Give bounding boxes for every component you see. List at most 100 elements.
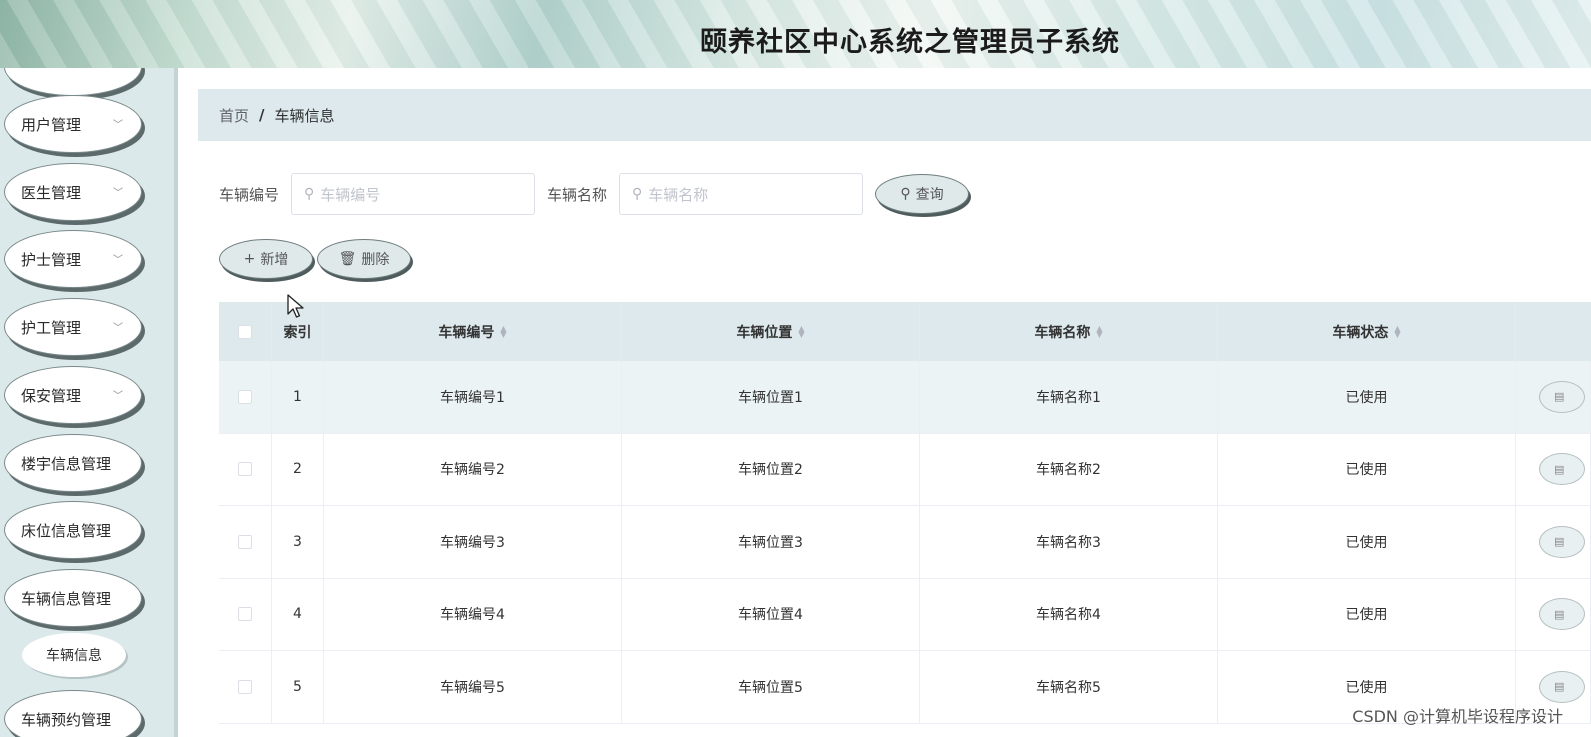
action-toolbar: + 新增 🗑 删除 <box>219 239 411 279</box>
document-icon: ▤ <box>1554 607 1565 621</box>
row-checkbox[interactable] <box>238 462 252 477</box>
row-checkbox[interactable] <box>238 679 252 694</box>
document-icon: ▤ <box>1554 390 1565 404</box>
sort-icon[interactable]: ▲ ▼ <box>798 324 804 338</box>
breadcrumb-separator: / <box>259 106 265 124</box>
row-vehicle-name: 车辆名称1 <box>920 361 1218 433</box>
query-button[interactable]: ⚲ 查询 <box>875 174 970 214</box>
row-vehicle-location: 车辆位置3 <box>622 506 920 578</box>
breadcrumb-current: 车辆信息 <box>274 106 335 125</box>
table-row[interactable]: 2 车辆编号2 车辆位置2 车辆名称2 已使用 ▤ <box>219 433 1591 506</box>
column-header-status[interactable]: 车辆状态 ▲ ▼ <box>1218 302 1516 361</box>
row-vehicle-location: 车辆位置2 <box>622 433 920 505</box>
column-header-code[interactable]: 车辆编号 ▲ ▼ <box>324 302 622 361</box>
vehicle-table: 索引 车辆编号 ▲▼ 车辆位置 ▲▼ 车辆名称 ▲▼ 车辆状态 ▲▼ 1 <box>219 302 1591 724</box>
sort-icon[interactable]: ▲ ▼ <box>1096 324 1102 338</box>
top-header: 颐养社区中心系统之管理员子系统 <box>0 0 1591 68</box>
row-vehicle-name: 车辆名称4 <box>920 578 1218 650</box>
select-all-checkbox[interactable] <box>238 324 252 339</box>
row-checkbox[interactable] <box>238 607 252 622</box>
sidebar-item-label: 用户管理 <box>21 115 82 134</box>
sort-icon[interactable]: ▲ ▼ <box>1394 324 1400 338</box>
row-checkbox[interactable] <box>238 534 252 549</box>
system-title: 颐养社区中心系统之管理员子系统 <box>700 27 1120 58</box>
chevron-down-icon: ﹀ <box>113 120 123 131</box>
search-icon: ⚲ <box>632 186 643 202</box>
vehicle-code-input[interactable]: ⚲ 车辆编号 <box>291 173 536 215</box>
main-content: 首页 / 车辆信息 车辆编号 ⚲ 车辆编号 车辆名称 ⚲ 车辆名称 ⚲ 查询 +… <box>182 68 1591 737</box>
row-index: 1 <box>272 361 324 433</box>
detail-button[interactable]: ▤ <box>1539 525 1585 558</box>
vehicle-name-placeholder: 车辆名称 <box>648 185 709 204</box>
chevron-down-icon: ﹀ <box>113 391 123 402</box>
breadcrumb: 首页 / 车辆信息 <box>198 89 1591 141</box>
row-vehicle-code: 车辆编号4 <box>324 578 622 650</box>
detail-button[interactable]: ▤ <box>1539 453 1585 486</box>
sidebar-item-beds[interactable]: 床位信息管理 <box>4 501 142 559</box>
row-select-cell <box>219 651 272 723</box>
row-vehicle-status: 已使用 <box>1218 433 1516 505</box>
sort-icon[interactable]: ▲ ▼ <box>500 324 506 338</box>
sidebar-item-nurses[interactable]: 护士管理 ﹀ <box>4 230 142 288</box>
row-operations: ▤ <box>1516 578 1591 650</box>
detail-button[interactable]: ▤ <box>1539 598 1585 631</box>
row-vehicle-location: 车辆位置4 <box>622 578 920 650</box>
row-vehicle-location: 车辆位置5 <box>622 651 920 723</box>
column-header-name[interactable]: 车辆名称 ▲ ▼ <box>920 302 1218 361</box>
row-index: 3 <box>272 506 324 578</box>
column-header-location[interactable]: 车辆位置 ▲ ▼ <box>622 302 920 361</box>
sidebar-menu: 用户管理 ﹀ 医生管理 ﹀ 护士管理 ﹀ 护工管理 ﹀ 保安管理 ﹀ 楼宇信息管… <box>0 68 178 737</box>
row-vehicle-name: 车辆名称2 <box>920 433 1218 505</box>
vehicle-code-label: 车辆编号 <box>219 185 280 204</box>
chevron-down-icon: ﹀ <box>113 188 123 199</box>
search-icon: ⚲ <box>304 186 315 202</box>
sidebar-item-doctors[interactable]: 医生管理 ﹀ <box>4 163 142 221</box>
sidebar-item-label: 保安管理 <box>21 386 82 405</box>
sidebar-item-vehicles[interactable]: 车辆信息管理 <box>4 569 142 627</box>
row-vehicle-code: 车辆编号3 <box>324 506 622 578</box>
breadcrumb-home[interactable]: 首页 <box>219 105 249 126</box>
search-form: 车辆编号 ⚲ 车辆编号 车辆名称 ⚲ 车辆名称 ⚲ 查询 <box>219 173 970 215</box>
delete-button[interactable]: 🗑 删除 <box>317 239 411 279</box>
chevron-down-icon: ﹀ <box>113 323 123 334</box>
sidebar-item-label: 床位信息管理 <box>21 521 112 540</box>
row-operations: ▤ <box>1516 361 1591 433</box>
column-header-operations <box>1516 302 1591 361</box>
sidebar-item-caregivers[interactable]: 护工管理 ﹀ <box>4 298 142 356</box>
sidebar-item-vehicle-booking[interactable]: 车辆预约管理 <box>4 690 142 737</box>
row-index: 4 <box>272 578 324 650</box>
sidebar-item-users[interactable]: 用户管理 ﹀ <box>4 95 142 153</box>
sidebar-subitem-label: 车辆信息 <box>46 648 102 664</box>
mouse-cursor-icon <box>287 294 304 318</box>
row-operations: ▤ <box>1516 433 1591 505</box>
table-row[interactable]: 4 车辆编号4 车辆位置4 车辆名称4 已使用 ▤ <box>219 578 1591 651</box>
document-icon: ▤ <box>1554 535 1565 549</box>
sidebar-item-label: 楼宇信息管理 <box>21 454 112 473</box>
document-icon: ▤ <box>1554 462 1565 476</box>
sidebar-item-partial[interactable] <box>4 68 142 96</box>
table-row[interactable]: 3 车辆编号3 车辆位置3 车辆名称3 已使用 ▤ <box>219 506 1591 579</box>
add-button[interactable]: + 新增 <box>219 239 313 279</box>
sidebar-item-label: 车辆预约管理 <box>21 710 112 729</box>
vehicle-name-input[interactable]: ⚲ 车辆名称 <box>619 173 864 215</box>
select-all-cell <box>219 302 272 361</box>
detail-button[interactable]: ▤ <box>1539 380 1585 413</box>
column-header-label: 车辆状态 <box>1332 324 1389 341</box>
search-icon: ⚲ <box>900 186 911 202</box>
sidebar-item-label: 护工管理 <box>21 318 82 337</box>
sidebar-subitem-vehicle-info[interactable]: 车辆信息 <box>22 633 126 677</box>
table-row[interactable]: 1 车辆编号1 车辆位置1 车辆名称1 已使用 ▤ <box>219 361 1591 434</box>
vehicle-name-label: 车辆名称 <box>547 185 608 204</box>
row-vehicle-code: 车辆编号2 <box>324 433 622 505</box>
sidebar-item-security[interactable]: 保安管理 ﹀ <box>4 366 142 424</box>
vehicle-code-placeholder: 车辆编号 <box>320 185 381 204</box>
table-header: 索引 车辆编号 ▲ ▼ 车辆位置 ▲ ▼ 车辆名称 ▲ ▼ 车辆状态 ▲ ▼ <box>219 302 1591 361</box>
delete-button-label: 删除 <box>361 252 390 268</box>
row-checkbox[interactable] <box>238 389 252 404</box>
row-select-cell <box>219 361 272 433</box>
chevron-down-icon: ﹀ <box>113 255 123 266</box>
row-vehicle-location: 车辆位置1 <box>622 361 920 433</box>
sidebar-item-buildings[interactable]: 楼宇信息管理 <box>4 434 142 492</box>
detail-button[interactable]: ▤ <box>1539 670 1585 703</box>
row-index: 2 <box>272 433 324 505</box>
